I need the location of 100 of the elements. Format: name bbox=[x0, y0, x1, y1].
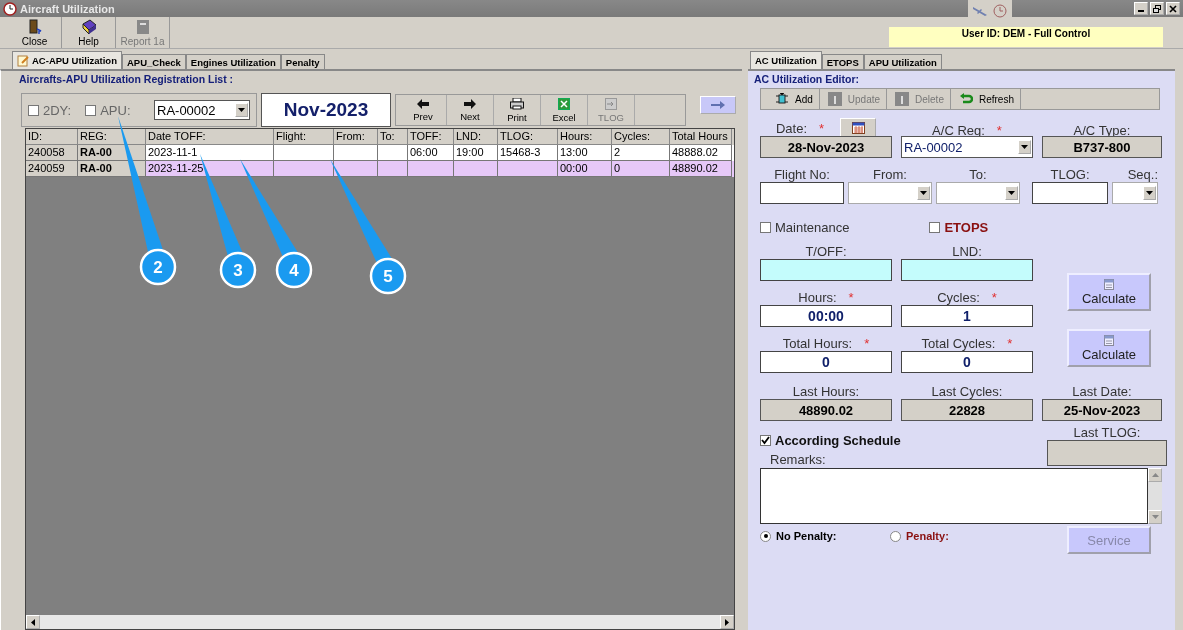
tab[interactable]: APU Utilization bbox=[863, 54, 942, 69]
field-label: Date: bbox=[775, 120, 807, 136]
required-mark: * bbox=[864, 336, 870, 351]
tab[interactable]: ETOPS bbox=[821, 54, 864, 69]
input-field[interactable] bbox=[760, 182, 844, 204]
table-cell: 2 bbox=[614, 146, 621, 158]
tab[interactable]: Penalty bbox=[280, 54, 325, 69]
input-field[interactable]: 0 bbox=[760, 351, 892, 373]
checkbox[interactable] bbox=[28, 104, 39, 116]
toolbar-button[interactable]: Next bbox=[447, 95, 494, 125]
right-arrow-icon bbox=[464, 98, 476, 109]
field-label: Last TLOG: bbox=[1073, 425, 1141, 440]
toolbar-button[interactable]: Refresh bbox=[952, 89, 1021, 109]
field-label: Remarks: bbox=[770, 452, 827, 467]
document-icon bbox=[135, 18, 150, 35]
dropdown-button[interactable] bbox=[917, 186, 930, 200]
dropdown-field[interactable] bbox=[936, 182, 1020, 204]
caret-icon bbox=[920, 191, 927, 195]
forward-button[interactable] bbox=[700, 96, 736, 114]
last-date-field: 25-Nov-2023 bbox=[1042, 399, 1162, 421]
time-field[interactable] bbox=[901, 259, 1033, 281]
table-cell: 240059 bbox=[28, 162, 65, 174]
left-arrow-icon bbox=[417, 98, 429, 109]
caret-icon bbox=[1146, 191, 1153, 195]
group-title: AC Utilization Editor: bbox=[754, 73, 860, 85]
close-button[interactable] bbox=[1166, 2, 1180, 15]
checkbox-label: Maintenance bbox=[775, 220, 850, 235]
calculator-icon bbox=[1104, 278, 1114, 290]
checkbox[interactable] bbox=[929, 222, 941, 233]
tab[interactable]: AC Utilization bbox=[750, 51, 822, 69]
checkbox[interactable] bbox=[760, 222, 771, 233]
table-cell: 13:00 bbox=[560, 146, 588, 158]
toolbar-button[interactable]: Help bbox=[62, 17, 116, 48]
calendar-button[interactable] bbox=[840, 118, 877, 138]
radio-label: Penalty: bbox=[906, 530, 949, 542]
document-icon bbox=[827, 92, 842, 106]
tab[interactable]: AC-APU Utilization bbox=[12, 51, 122, 69]
last-hours-field: 48890.02 bbox=[760, 399, 892, 421]
radio-button[interactable] bbox=[890, 530, 901, 542]
input-field[interactable]: 1 bbox=[901, 305, 1033, 327]
bug-icon bbox=[775, 92, 789, 106]
calculator-icon bbox=[1104, 334, 1114, 346]
minimize-button[interactable] bbox=[1134, 2, 1148, 15]
checkbox[interactable] bbox=[85, 104, 97, 116]
dropdown-button[interactable] bbox=[235, 103, 248, 117]
calendar-icon bbox=[851, 122, 865, 134]
date-field: 28-Nov-2023 bbox=[760, 136, 892, 158]
table-cell: 06:00 bbox=[410, 146, 438, 158]
field-label: Seq.: bbox=[1126, 167, 1158, 182]
input-field[interactable]: 00:00 bbox=[760, 305, 892, 327]
input-field[interactable] bbox=[1032, 182, 1108, 204]
calculate-button[interactable]: Calculate bbox=[1067, 273, 1151, 311]
field-label: To: bbox=[968, 167, 988, 182]
toolbar-button[interactable]: Excel bbox=[541, 95, 588, 125]
table-cell: 48888.02 bbox=[672, 146, 718, 158]
horizontal-scrollbar[interactable] bbox=[26, 615, 734, 629]
dropdown-field[interactable] bbox=[1112, 182, 1158, 204]
spreadsheet-icon bbox=[558, 97, 570, 110]
dropdown-button[interactable] bbox=[1018, 140, 1031, 154]
required-mark: * bbox=[1007, 336, 1013, 351]
field-label: Total Cycles: bbox=[921, 336, 996, 351]
minimize-icon bbox=[1138, 10, 1144, 12]
radio-button[interactable] bbox=[760, 530, 771, 542]
toolbar-button[interactable]: Add bbox=[769, 89, 820, 109]
restore-button[interactable] bbox=[1150, 2, 1164, 15]
table-cell: 240058 bbox=[28, 146, 65, 158]
required-mark: * bbox=[996, 123, 1002, 138]
aircraft-dropdown[interactable]: RA-00002 bbox=[901, 136, 1033, 158]
tab[interactable]: Engines Utilization bbox=[185, 54, 281, 69]
dropdown-button[interactable] bbox=[1143, 186, 1156, 200]
table-row[interactable]: 240059 RA-00 2023-11-25 00:00 0 48890.02 bbox=[26, 161, 734, 177]
toolbar-button[interactable]: Prev bbox=[400, 95, 447, 125]
input-field[interactable]: 0 bbox=[901, 351, 1033, 373]
calculate-button[interactable]: Calculate bbox=[1067, 329, 1151, 367]
time-field[interactable] bbox=[760, 259, 892, 281]
table-cell: 19:00 bbox=[456, 146, 484, 158]
toolbar-button[interactable]: Close bbox=[8, 17, 62, 48]
vertical-scrollbar[interactable] bbox=[1148, 468, 1162, 524]
remarks-field[interactable] bbox=[760, 468, 1148, 524]
up-arrow-icon bbox=[1151, 473, 1159, 477]
field-label: Flight No: bbox=[773, 167, 831, 182]
table-cell: RA-00 bbox=[80, 146, 112, 158]
registration-dropdown[interactable]: RA-00002 bbox=[154, 100, 250, 120]
table-row[interactable]: 240058 RA-00 2023-11-1 06:00 19:00 15468-3 13:00 2 48888.02 bbox=[26, 145, 734, 161]
toolbar-button[interactable]: Print bbox=[494, 95, 541, 125]
field-label: From: bbox=[872, 167, 908, 182]
field-label: Cycles: bbox=[937, 290, 980, 305]
tab[interactable]: APU_Check bbox=[121, 54, 186, 69]
aircraft-type-field: B737-800 bbox=[1042, 136, 1162, 158]
clock-icon bbox=[3, 1, 17, 16]
field-label: Hours: bbox=[798, 290, 837, 305]
dropdown-field[interactable] bbox=[848, 182, 932, 204]
table-cell: 0 bbox=[614, 162, 621, 174]
dropdown-button[interactable] bbox=[1005, 186, 1018, 200]
required-mark: * bbox=[848, 290, 854, 305]
table-cell: RA-00 bbox=[80, 162, 112, 174]
book-icon bbox=[80, 18, 97, 35]
right-arrow-icon bbox=[725, 618, 729, 626]
field-label: Last Date: bbox=[1071, 384, 1133, 399]
checkbox[interactable] bbox=[760, 435, 771, 446]
